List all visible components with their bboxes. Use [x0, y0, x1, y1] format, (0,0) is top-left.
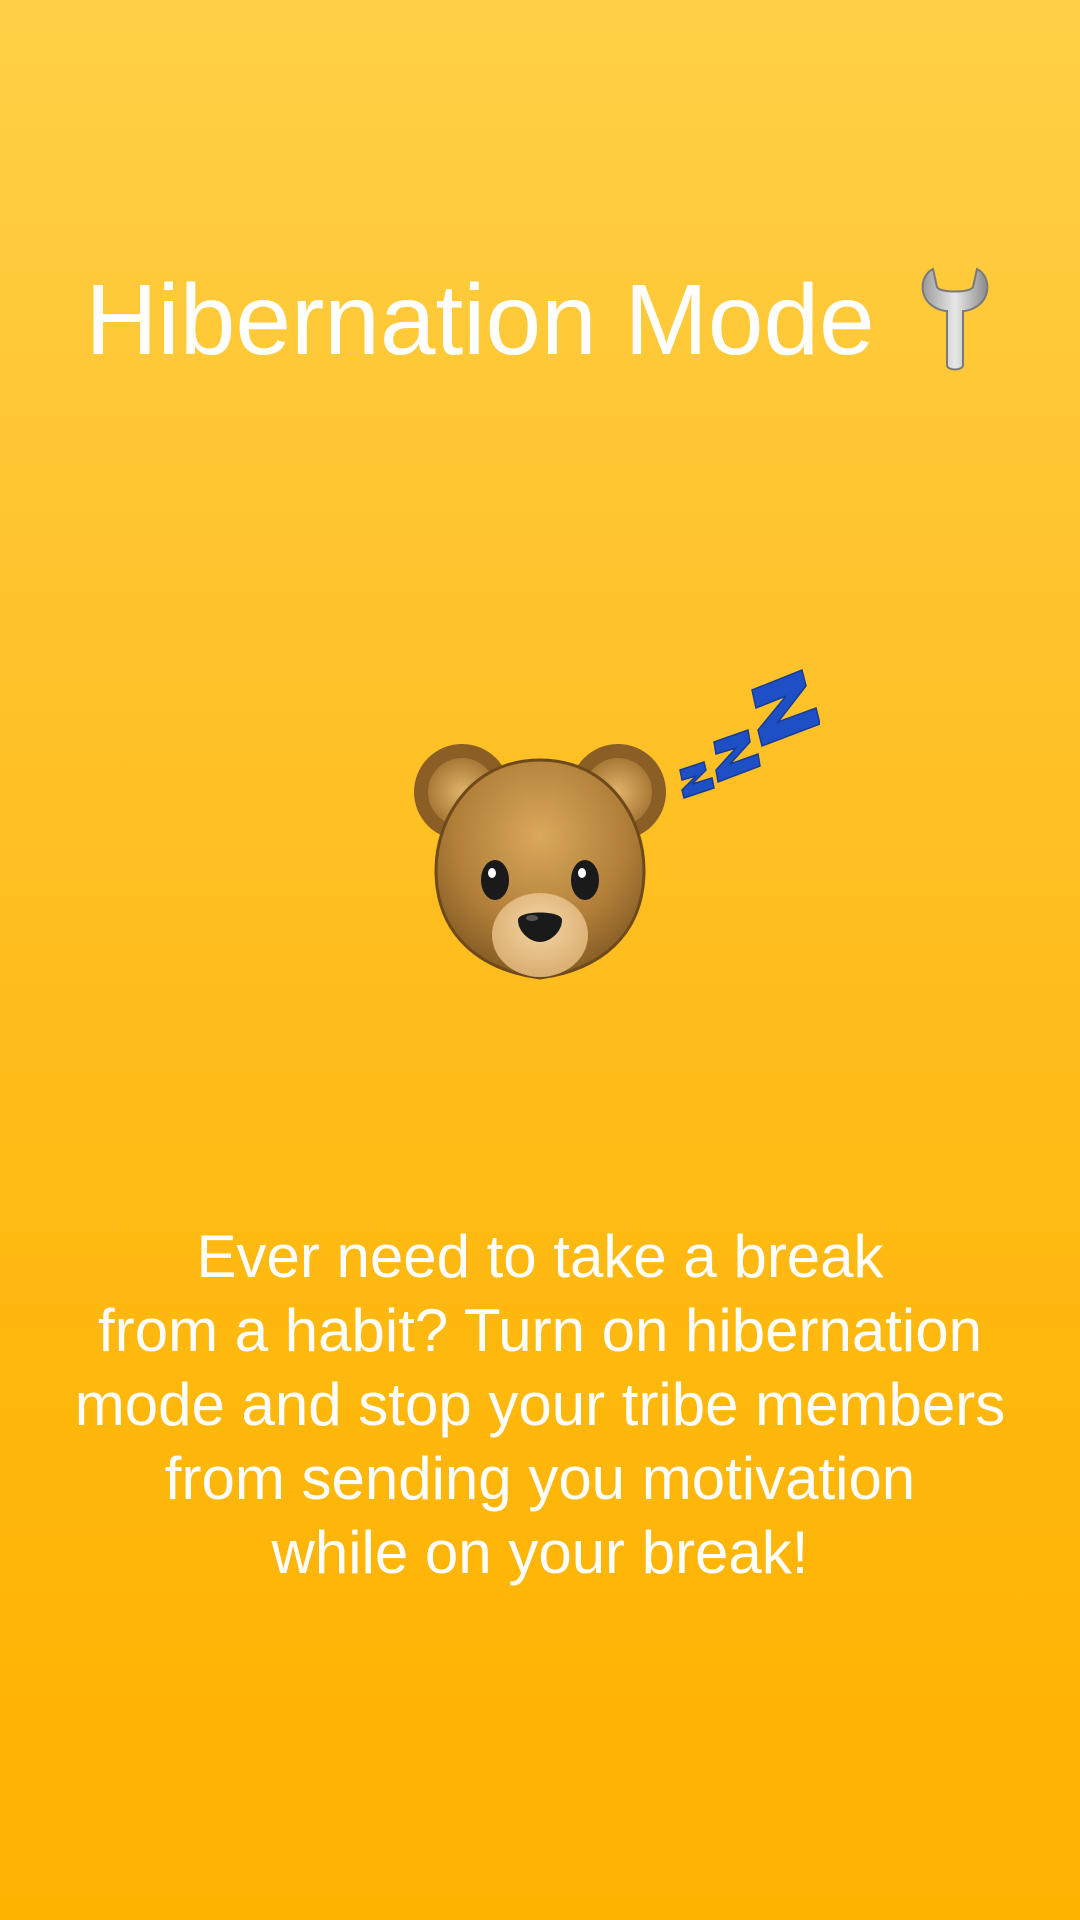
wrench-icon: [921, 267, 988, 371]
title-row: Hibernation Mode: [0, 255, 1080, 385]
description-text: Ever need to take a break from a habit? …: [74, 1223, 1006, 1586]
zzz-icon: [679, 668, 820, 799]
sleeping-bear-icon: [414, 744, 666, 980]
hibernation-illustration: [400, 660, 830, 990]
page-title: Hibernation Mode: [85, 264, 875, 376]
